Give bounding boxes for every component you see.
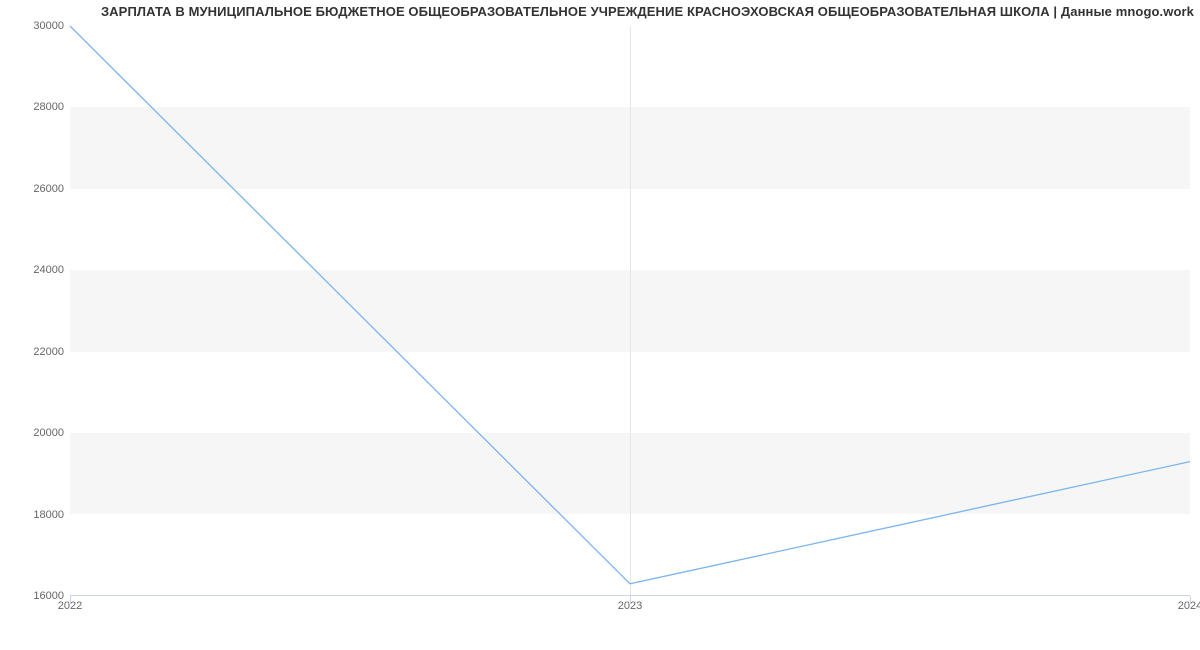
y-tick-label: 16000: [8, 590, 64, 602]
x-tick-mark: [70, 596, 71, 604]
y-tick-label: 20000: [8, 427, 64, 439]
y-tick-label: 26000: [8, 183, 64, 195]
y-tick-label: 18000: [8, 509, 64, 521]
x-tick-mark: [1190, 596, 1191, 604]
y-tick-label: 28000: [8, 101, 64, 113]
x-tick-mark: [630, 596, 631, 604]
series-layer: [70, 26, 1190, 596]
chart-container: ЗАРПЛАТА В МУНИЦИПАЛЬНОЕ БЮДЖЕТНОЕ ОБЩЕО…: [0, 0, 1200, 650]
y-tick-label: 24000: [8, 264, 64, 276]
chart-title: ЗАРПЛАТА В МУНИЦИПАЛЬНОЕ БЮДЖЕТНОЕ ОБЩЕО…: [101, 4, 1194, 19]
y-tick-label: 22000: [8, 346, 64, 358]
plot-area: [70, 26, 1190, 596]
salary-series: [70, 26, 1190, 584]
y-tick-label: 30000: [8, 20, 64, 32]
